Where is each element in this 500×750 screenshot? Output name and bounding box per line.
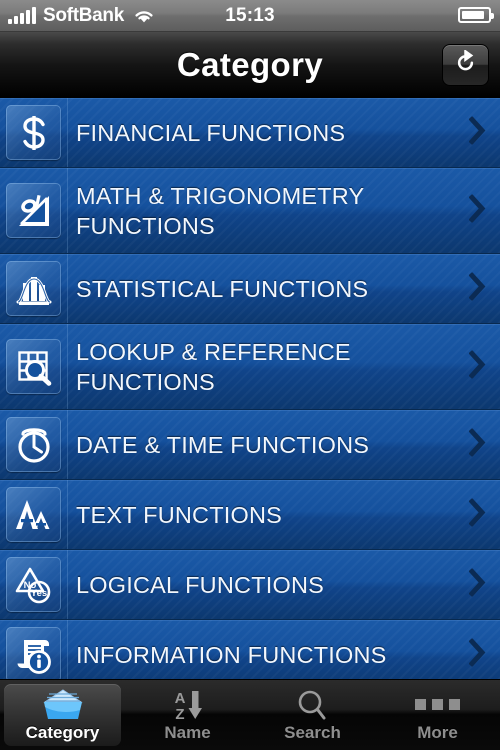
set-square-angle-icon <box>6 183 61 238</box>
list-item-label: DATE & TIME FUNCTIONS <box>76 431 370 458</box>
list-item[interactable]: STATISTICAL FUNCTIONS <box>0 254 500 324</box>
list-item[interactable]: INFORMATION FUNCTIONS <box>0 620 500 679</box>
tray-icon <box>40 688 86 721</box>
chevron-right-icon <box>468 637 486 671</box>
icon-divider <box>67 98 68 167</box>
chevron-right-icon <box>468 497 486 531</box>
tab-bar: Category A Z Name Search More <box>0 679 500 750</box>
category-list[interactable]: FINANCIAL FUNCTIONS MATH & TRIGONOMETRY … <box>0 98 500 679</box>
svg-text:A: A <box>174 690 185 707</box>
navigation-bar: Category <box>0 32 500 98</box>
list-item-label: INFORMATION FUNCTIONS <box>76 641 387 668</box>
clock-label: 15:13 <box>225 4 275 26</box>
list-item[interactable]: FINANCIAL FUNCTIONS <box>0 98 500 168</box>
document-info-icon <box>6 627 61 679</box>
list-item[interactable]: TEXT FUNCTIONS <box>0 480 500 550</box>
tab-category[interactable]: Category <box>0 680 125 750</box>
chevron-right-icon <box>468 349 486 383</box>
status-bar: SoftBank 15:13 <box>0 0 500 32</box>
list-item[interactable]: MATH & TRIGONOMETRY FUNCTIONS <box>0 168 500 254</box>
chevron-right-icon <box>468 193 486 227</box>
list-item-label: TEXT FUNCTIONS <box>76 501 283 528</box>
chevron-right-icon <box>468 271 486 305</box>
icon-divider <box>67 620 68 679</box>
list-item-label: LOGICAL FUNCTIONS <box>76 571 325 598</box>
tab-label: Search <box>284 722 341 742</box>
double-a-letter-icon <box>6 487 61 542</box>
az-sort-icon: A Z <box>165 688 211 721</box>
icon-divider <box>67 254 68 323</box>
magnifier-icon <box>290 688 336 721</box>
chevron-right-icon <box>468 427 486 461</box>
page-title: Category <box>176 45 324 83</box>
tab-label: Category <box>25 722 100 742</box>
chevron-right-icon <box>468 567 486 601</box>
no-yes-icon: No Yes <box>6 557 61 612</box>
icon-divider <box>67 324 68 409</box>
list-item-label: LOOKUP & REFERENCE FUNCTIONS <box>76 338 351 395</box>
icon-divider <box>67 480 68 549</box>
svg-text:Yes: Yes <box>30 588 46 599</box>
svg-text:Z: Z <box>175 706 184 721</box>
bell-curve-chart-icon <box>6 261 61 316</box>
list-item-label: FINANCIAL FUNCTIONS <box>76 119 346 146</box>
tab-more[interactable]: More <box>375 680 500 750</box>
tab-name[interactable]: A Z Name <box>125 680 250 750</box>
tab-label: More <box>417 722 458 742</box>
icon-divider <box>67 550 68 619</box>
battery-icon <box>458 7 494 23</box>
more-dots-icon <box>415 688 460 721</box>
grid-magnifier-icon <box>6 339 61 394</box>
refresh-icon <box>453 49 478 80</box>
list-item-label: STATISTICAL FUNCTIONS <box>76 275 369 302</box>
list-item-label: MATH & TRIGONOMETRY FUNCTIONS <box>76 182 365 239</box>
dollar-sign-icon <box>6 105 61 160</box>
phone-screen: SoftBank 15:13 Category FINANCIAL FUNCTI… <box>0 0 500 750</box>
tab-label: Name <box>164 722 211 742</box>
tab-search[interactable]: Search <box>250 680 375 750</box>
list-item[interactable]: LOOKUP & REFERENCE FUNCTIONS <box>0 324 500 410</box>
alarm-clock-icon <box>6 417 61 472</box>
refresh-button[interactable] <box>442 44 489 86</box>
list-item[interactable]: DATE & TIME FUNCTIONS <box>0 410 500 480</box>
chevron-right-icon <box>468 115 486 149</box>
icon-divider <box>67 168 68 253</box>
icon-divider <box>67 410 68 479</box>
list-item[interactable]: No Yes LOGICAL FUNCTIONS <box>0 550 500 620</box>
